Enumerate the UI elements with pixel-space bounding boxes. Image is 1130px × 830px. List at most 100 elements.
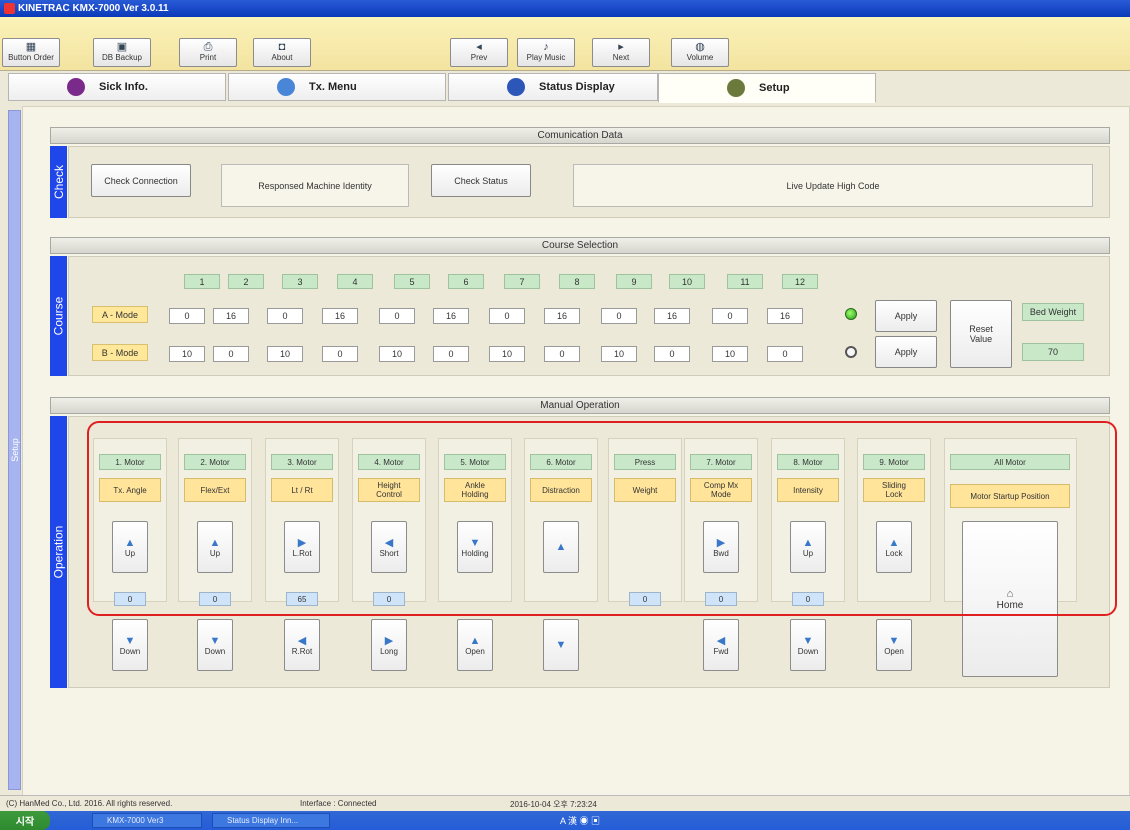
b-mode-value-12[interactable]: 0 bbox=[767, 346, 803, 362]
a-mode-value-8[interactable]: 16 bbox=[544, 308, 580, 324]
apply-b-button[interactable]: Apply bbox=[875, 336, 937, 368]
b-mode-value-10[interactable]: 0 bbox=[654, 346, 690, 362]
a-mode-value-4[interactable]: 16 bbox=[322, 308, 358, 324]
db-backup-button[interactable]: ▣ DB Backup bbox=[93, 38, 151, 67]
8-motor-up-button[interactable]: ▲ Up bbox=[790, 521, 826, 573]
taskbar-item[interactable]: KMX-7000 Ver3 bbox=[92, 813, 202, 828]
course-number-9: 9 bbox=[616, 274, 652, 289]
tab-tx-menu[interactable]: Tx. Menu bbox=[228, 73, 446, 101]
a-mode-value-11[interactable]: 0 bbox=[712, 308, 748, 324]
4-motor-up-button[interactable]: ◀ Short bbox=[371, 521, 407, 573]
8-motor-down-button[interactable]: ▼ Down bbox=[790, 619, 826, 671]
button-label: R.Rot bbox=[291, 646, 313, 656]
arrow-icon: ▼ bbox=[555, 639, 567, 651]
arrow-icon: ▶ bbox=[384, 634, 394, 647]
a-mode-value-7[interactable]: 0 bbox=[489, 308, 525, 324]
a-mode-value-3[interactable]: 0 bbox=[267, 308, 303, 324]
button-label: Fwd bbox=[713, 646, 729, 656]
arrow-icon: ▼ bbox=[469, 536, 481, 549]
press-label: Press bbox=[614, 454, 676, 470]
volume-button[interactable]: ◍ Volume bbox=[671, 38, 729, 67]
1-motor-up-button[interactable]: ▲ Up bbox=[112, 521, 148, 573]
tab-sick-info[interactable]: Sick Info. bbox=[8, 73, 226, 101]
b-mode-value-5[interactable]: 10 bbox=[379, 346, 415, 362]
a-mode-value-2[interactable]: 16 bbox=[213, 308, 249, 324]
b-mode-value-3[interactable]: 10 bbox=[267, 346, 303, 362]
6-motor-down-button[interactable]: ▼ bbox=[543, 619, 579, 671]
tab-status-display[interactable]: Status Display bbox=[448, 73, 658, 101]
reset-value-button[interactable]: Reset Value bbox=[950, 300, 1012, 368]
start-button[interactable]: 시작 bbox=[0, 811, 50, 830]
about-button[interactable]: ◘ About bbox=[253, 38, 311, 67]
button-label: Long bbox=[380, 646, 398, 656]
bed-weight-value: 70 bbox=[1022, 343, 1084, 361]
course-number-8: 8 bbox=[559, 274, 595, 289]
db-backup-label: DB Backup bbox=[101, 53, 143, 62]
arrow-icon: ◀ bbox=[297, 634, 307, 647]
app-icon bbox=[4, 3, 15, 14]
live-update-high-code: Live Update High Code bbox=[573, 164, 1093, 207]
course-number-3: 3 bbox=[282, 274, 318, 289]
b-mode-value-11[interactable]: 10 bbox=[712, 346, 748, 362]
status-bar: (C) HanMed Co., Ltd. 2016. All rights re… bbox=[0, 795, 1130, 811]
b-mode-value-1[interactable]: 10 bbox=[169, 346, 205, 362]
2-motor-value: 0 bbox=[199, 592, 231, 606]
info-icon: ◘ bbox=[278, 41, 286, 53]
next-button[interactable]: ▸ Next bbox=[592, 38, 650, 67]
b-mode-value-2[interactable]: 0 bbox=[213, 346, 249, 362]
9-motor-down-button[interactable]: ▼ Open bbox=[876, 619, 912, 671]
check-status-button[interactable]: Check Status bbox=[431, 164, 531, 197]
tab-label: Tx. Menu bbox=[309, 81, 357, 93]
tab-setup[interactable]: Setup bbox=[658, 73, 876, 103]
play-music-button[interactable]: ♪ Play Music bbox=[517, 38, 575, 67]
setup-side-rail: Setup bbox=[8, 110, 21, 790]
home-button[interactable]: ⌂ Home bbox=[962, 521, 1058, 677]
operation-rail-label: Operation bbox=[51, 525, 66, 579]
b-mode-value-9[interactable]: 10 bbox=[601, 346, 637, 362]
course-number-2: 2 bbox=[228, 274, 264, 289]
toolbar: ▦ Button Order ▣ DB Backup ⎙ Print ◘ About ◂ Prev… bbox=[0, 17, 1130, 71]
5-motor-down-button[interactable]: ▲ Open bbox=[457, 619, 493, 671]
a-mode-label: A - Mode bbox=[92, 306, 148, 323]
b-mode-radio[interactable] bbox=[845, 346, 857, 358]
check-rail: Check bbox=[50, 146, 67, 218]
a-mode-value-12[interactable]: 16 bbox=[767, 308, 803, 324]
9-motor-up-button[interactable]: ▲ Lock bbox=[876, 521, 912, 573]
a-mode-value-6[interactable]: 16 bbox=[433, 308, 469, 324]
tab-bar: Sick Info. Tx. Menu Status Display Setup bbox=[0, 72, 1130, 103]
button-label: Down bbox=[797, 646, 819, 656]
button-order-button[interactable]: ▦ Button Order bbox=[2, 38, 60, 67]
prev-button[interactable]: ◂ Prev bbox=[450, 38, 508, 67]
title-bar: KINETRAC KMX-7000 Ver 3.0.11 bbox=[0, 0, 1130, 17]
press-function-label: Weight bbox=[614, 478, 676, 502]
2-motor-down-button[interactable]: ▼ Down bbox=[197, 619, 233, 671]
6-motor-up-button[interactable]: ▲ bbox=[543, 521, 579, 573]
7-motor-up-button[interactable]: ▶ Bwd bbox=[703, 521, 739, 573]
print-button[interactable]: ⎙ Print bbox=[179, 38, 237, 67]
7-motor-down-button[interactable]: ◀ Fwd bbox=[703, 619, 739, 671]
arrow-icon: ▲ bbox=[802, 536, 814, 549]
3-motor-down-button[interactable]: ◀ R.Rot bbox=[284, 619, 320, 671]
2-motor-up-button[interactable]: ▲ Up bbox=[197, 521, 233, 573]
3-motor-up-button[interactable]: ▶ L.Rot bbox=[284, 521, 320, 573]
b-mode-value-4[interactable]: 0 bbox=[322, 346, 358, 362]
a-mode-value-1[interactable]: 0 bbox=[169, 308, 205, 324]
b-mode-value-8[interactable]: 0 bbox=[544, 346, 580, 362]
course-number-7: 7 bbox=[504, 274, 540, 289]
4-motor-function-label: Height Control bbox=[358, 478, 420, 502]
4-motor-label: 4. Motor bbox=[358, 454, 420, 470]
a-mode-value-9[interactable]: 0 bbox=[601, 308, 637, 324]
b-mode-value-7[interactable]: 10 bbox=[489, 346, 525, 362]
apply-a-button[interactable]: Apply bbox=[875, 300, 937, 332]
a-mode-radio-selected[interactable] bbox=[845, 308, 857, 320]
check-connection-button[interactable]: Check Connection bbox=[91, 164, 191, 197]
5-motor-up-button[interactable]: ▼ Holding bbox=[457, 521, 493, 573]
taskbar-item[interactable]: Status Display Inn... bbox=[212, 813, 330, 828]
tab-label: Status Display bbox=[539, 81, 615, 93]
1-motor-down-button[interactable]: ▼ Down bbox=[112, 619, 148, 671]
database-icon: ▣ bbox=[116, 41, 128, 53]
a-mode-value-10[interactable]: 16 bbox=[654, 308, 690, 324]
a-mode-value-5[interactable]: 0 bbox=[379, 308, 415, 324]
b-mode-value-6[interactable]: 0 bbox=[433, 346, 469, 362]
4-motor-down-button[interactable]: ▶ Long bbox=[371, 619, 407, 671]
